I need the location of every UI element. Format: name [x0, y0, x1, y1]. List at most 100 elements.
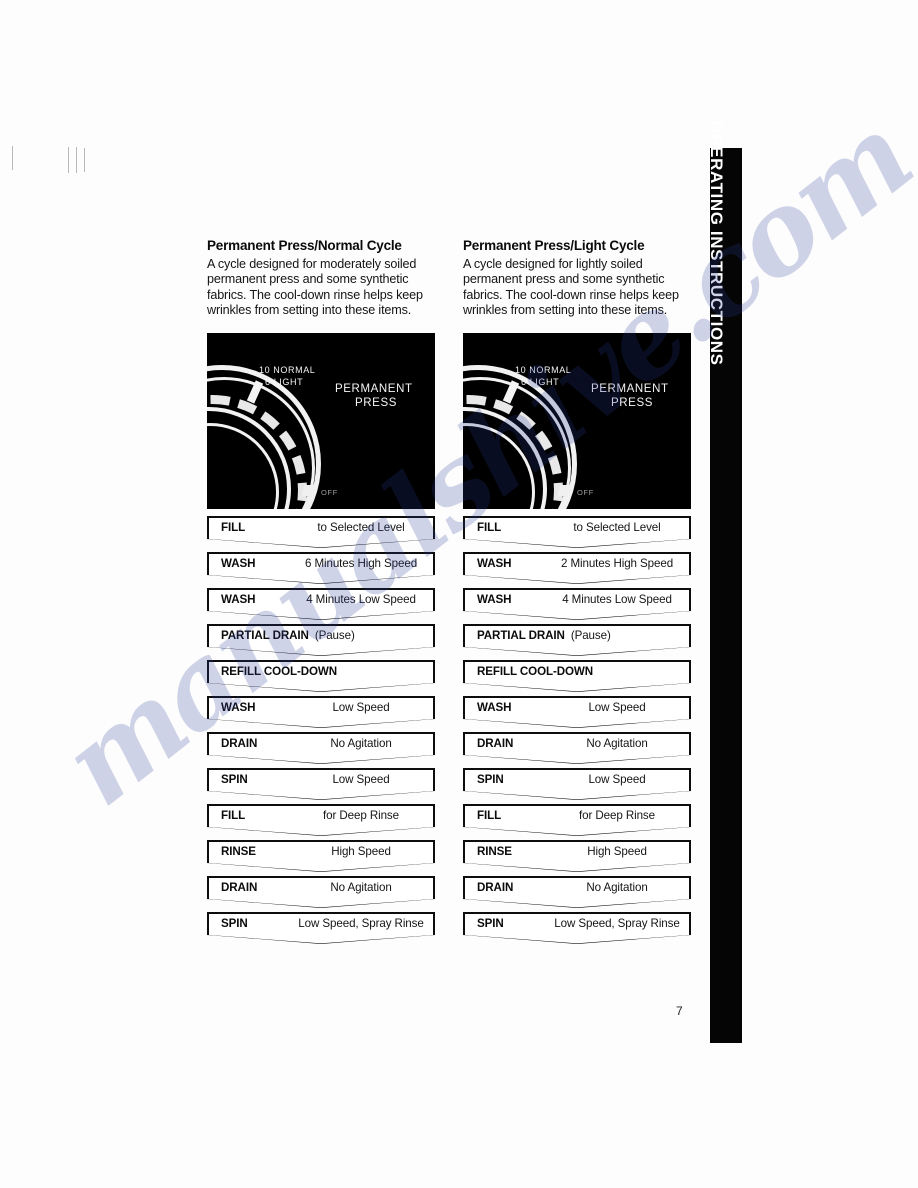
cycle-step-row: RINSE High Speed — [207, 839, 435, 872]
step-detail-label: No Agitation — [330, 880, 392, 894]
step-detail-label: No Agitation — [586, 736, 648, 750]
step-detail-label: 2 Minutes High Speed — [560, 556, 674, 570]
cycle-step-list: FILL to Selected Level WASH 2 Minutes High … — [463, 515, 691, 944]
step-body: WASH Low Speed — [463, 696, 691, 719]
step-body: WASH 4 Minutes Low Speed — [207, 588, 435, 611]
cycle-step-row: DRAIN No Agitation — [207, 875, 435, 908]
step-detail-label: Low Speed, Spray Rinse — [554, 916, 680, 930]
cycle-step-row: FILL to Selected Level — [207, 515, 435, 548]
step-detail-label: Low Speed — [332, 772, 390, 786]
step-action-label: SPIN — [477, 772, 504, 786]
step-body: DRAIN No Agitation — [463, 876, 691, 899]
step-action-label: WASH — [221, 592, 256, 606]
cycle-step-row: SPIN Low Speed, Spray Rinse — [207, 911, 435, 944]
dial-scale-light-label: 6 LIGHT — [521, 376, 560, 387]
cycle-step-row: WASH 4 Minutes Low Speed — [463, 587, 691, 620]
step-detail-label: Low Speed, Spray Rinse — [298, 916, 424, 930]
step-action-label: SPIN — [221, 916, 248, 930]
scan-artifact-line — [68, 147, 69, 173]
step-detail-label: (Pause) — [314, 628, 355, 642]
dial-scale-normal-label: 10 NORMAL — [515, 364, 572, 375]
step-action-label: FILL — [221, 520, 246, 534]
step-detail-label: Low Speed — [332, 700, 390, 714]
step-body: DRAIN No Agitation — [463, 732, 691, 755]
step-body: SPIN Low Speed, Spray Rinse — [207, 912, 435, 935]
step-action-label: DRAIN — [477, 880, 514, 894]
step-detail-label: to Selected Level — [573, 520, 661, 534]
step-body: SPIN Low Speed, Spray Rinse — [463, 912, 691, 935]
scan-artifact-line — [12, 146, 13, 170]
cycle-step-row: SPIN Low Speed, Spray Rinse — [463, 911, 691, 944]
step-action-label: WASH — [477, 556, 512, 570]
step-body: REFILL COOL-DOWN — [463, 660, 691, 683]
step-action-label: FILL — [477, 520, 502, 534]
cycle-step-row: WASH Low Speed — [463, 695, 691, 728]
step-body: PARTIAL DRAIN (Pause) — [463, 624, 691, 647]
cycle-step-row: FILL for Deep Rinse — [207, 803, 435, 836]
step-body: FILL for Deep Rinse — [463, 804, 691, 827]
cycle-description: A cycle designed for lightly soiled perm… — [463, 256, 679, 318]
step-body: RINSE High Speed — [463, 840, 691, 863]
page-number: 7 — [676, 1004, 683, 1018]
section-thumb-tab: OPERATING INSTRUCTIONS — [707, 120, 742, 1043]
step-action-label: WASH — [477, 700, 512, 714]
step-detail-label: Low Speed — [588, 772, 646, 786]
step-body: RINSE High Speed — [207, 840, 435, 863]
step-action-label: DRAIN — [477, 736, 514, 750]
cycle-step-row: DRAIN No Agitation — [207, 731, 435, 764]
dial-scale-normal-label: 10 NORMAL — [259, 364, 316, 375]
step-detail-label: 4 Minutes Low Speed — [562, 592, 672, 606]
step-body: REFILL COOL-DOWN — [207, 660, 435, 683]
cycle-step-row: SPIN Low Speed — [463, 767, 691, 800]
cycle-step-row: REFILL COOL-DOWN — [463, 659, 691, 692]
cycle-title: Permanent Press/Normal Cycle — [207, 238, 402, 253]
scan-artifact-line — [84, 148, 85, 172]
dial-cycle-name-line2: PRESS — [355, 396, 397, 409]
cycle-step-row: RINSE High Speed — [463, 839, 691, 872]
step-action-label: RINSE — [221, 844, 256, 858]
step-action-label: WASH — [477, 592, 512, 606]
step-action-label: WASH — [221, 556, 256, 570]
step-detail-label: for Deep Rinse — [323, 808, 399, 822]
step-action-label: PARTIAL DRAIN — [477, 628, 565, 642]
step-action-label: PARTIAL DRAIN — [221, 628, 309, 642]
control-dial-photo: 10 NORMAL 6 LIGHT PERMANENT PRESS OFF — [463, 332, 691, 509]
step-body: FILL to Selected Level — [463, 516, 691, 539]
cycle-step-row: REFILL COOL-DOWN — [207, 659, 435, 692]
step-body: SPIN Low Speed — [207, 768, 435, 791]
scan-artifact-line — [76, 147, 77, 173]
step-body: DRAIN No Agitation — [207, 732, 435, 755]
step-body: WASH 6 Minutes High Speed — [207, 552, 435, 575]
cycle-step-row: DRAIN No Agitation — [463, 875, 691, 908]
step-action-label: SPIN — [221, 772, 248, 786]
watermark: manualshive.com — [0, 0, 918, 1188]
step-detail-label: (Pause) — [570, 628, 611, 642]
step-body: FILL for Deep Rinse — [207, 804, 435, 827]
step-detail-label: No Agitation — [586, 880, 648, 894]
step-action-label: REFILL COOL-DOWN — [477, 664, 594, 678]
cycle-step-row: WASH 6 Minutes High Speed — [207, 551, 435, 584]
cycle-description: A cycle designed for moderately soiled p… — [207, 256, 423, 318]
scanned-page: OPERATING INSTRUCTIONS Permanent Press/N… — [0, 0, 918, 1188]
step-action-label: DRAIN — [221, 880, 258, 894]
step-body: WASH 2 Minutes High Speed — [463, 552, 691, 575]
step-detail-label: for Deep Rinse — [579, 808, 655, 822]
step-action-label: WASH — [221, 700, 256, 714]
dial-off-label: OFF — [577, 487, 594, 497]
cycle-column-light: Permanent Press/Light Cycle A cycle desi… — [463, 238, 691, 948]
section-tab-label: OPERATING INSTRUCTIONS — [707, 120, 726, 366]
step-body: WASH Low Speed — [207, 696, 435, 719]
dial-off-mark-icon — [301, 484, 318, 496]
cycle-step-row: WASH 2 Minutes High Speed — [463, 551, 691, 584]
dial-cycle-name-line2: PRESS — [611, 396, 653, 409]
step-action-label: SPIN — [477, 916, 504, 930]
step-action-label: FILL — [221, 808, 246, 822]
step-action-label: DRAIN — [221, 736, 258, 750]
step-detail-label: Low Speed — [588, 700, 646, 714]
cycle-step-row: PARTIAL DRAIN (Pause) — [463, 623, 691, 656]
dial-cycle-name-line1: PERMANENT — [591, 382, 669, 395]
step-action-label: FILL — [477, 808, 502, 822]
dial-off-label: OFF — [321, 487, 338, 497]
step-detail-label: High Speed — [331, 844, 391, 858]
step-detail-label: to Selected Level — [317, 520, 405, 534]
